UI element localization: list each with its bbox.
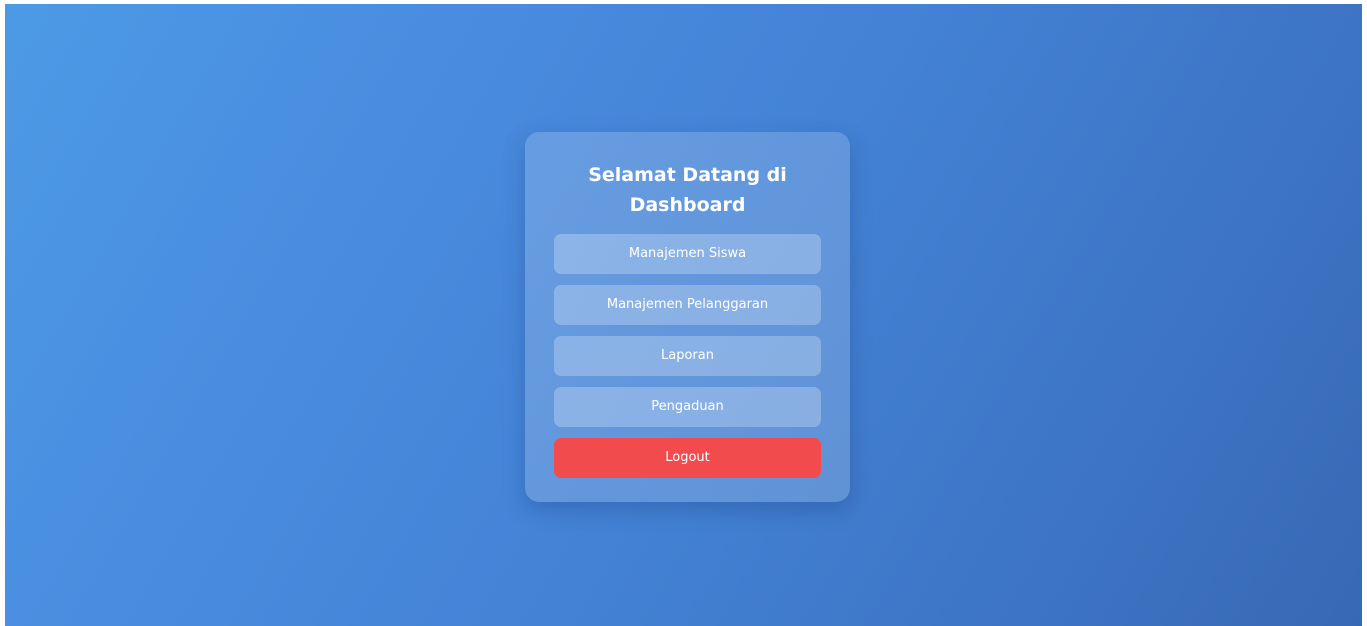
dashboard-menu: Manajemen Siswa Manajemen Pelanggaran La… — [554, 234, 821, 478]
page-background: Selamat Datang di Dashboard Manajemen Si… — [5, 4, 1362, 626]
logout-button[interactable]: Logout — [554, 438, 821, 478]
dashboard-card: Selamat Datang di Dashboard Manajemen Si… — [525, 132, 850, 502]
manajemen-pelanggaran-button[interactable]: Manajemen Pelanggaran — [554, 285, 821, 325]
page-title: Selamat Datang di Dashboard — [588, 164, 787, 216]
manajemen-siswa-button[interactable]: Manajemen Siswa — [554, 234, 821, 274]
laporan-button[interactable]: Laporan — [554, 336, 821, 376]
pengaduan-button[interactable]: Pengaduan — [554, 387, 821, 427]
